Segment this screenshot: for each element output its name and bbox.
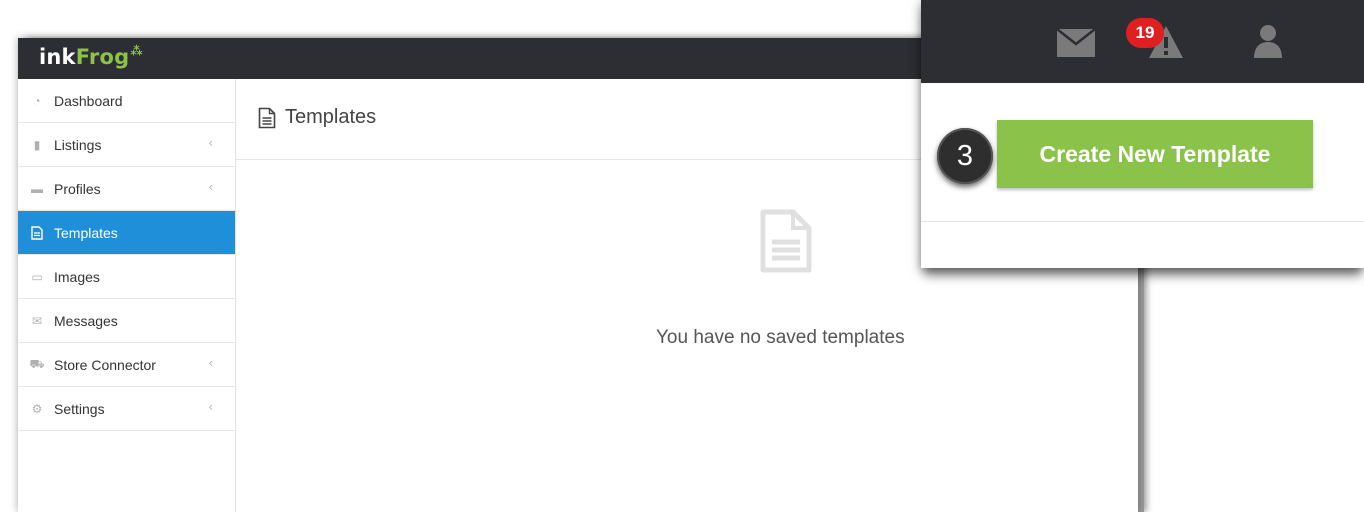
logo-spark-icon: ⁂ [130, 44, 143, 58]
user-icon[interactable] [1253, 23, 1283, 59]
envelope-icon[interactable] [1057, 29, 1095, 57]
briefcase-icon: ▬ [31, 181, 43, 196]
chevron-left-icon: ‹ [208, 356, 213, 370]
create-new-template-button[interactable]: Create New Template [997, 120, 1313, 188]
inkfrog-logo[interactable]: inkFrog⁂ [39, 44, 143, 69]
sidebar-item-label: Store Connector [54, 356, 156, 373]
file-icon: ▮ [33, 137, 41, 152]
chevron-left-icon: ‹ [208, 180, 213, 194]
chevron-left-icon: ‹ [208, 136, 213, 150]
sidebar-item-messages[interactable]: ✉ Messages [18, 299, 235, 343]
sidebar-item-label: Messages [54, 312, 118, 329]
sidebar-item-templates[interactable]: Templates [18, 211, 235, 255]
sidebar-item-images[interactable]: ▭ Images [18, 255, 235, 299]
sidebar-item-dashboard[interactable]: ◔ Dashboard [18, 79, 235, 123]
sidebar-item-label: Listings [54, 136, 102, 153]
empty-file-icon [760, 209, 812, 273]
page-title: Templates [258, 106, 376, 129]
empty-state-message: You have no saved templates [656, 327, 905, 348]
sidebar-item-listings[interactable]: ▮ Listings ‹ [18, 123, 235, 167]
file-text-icon [30, 225, 44, 240]
divider [921, 221, 1364, 222]
sidebar-item-profiles[interactable]: ▬ Profiles ‹ [18, 167, 235, 211]
chevron-left-icon: ‹ [208, 400, 213, 414]
envelope-icon: ✉ [31, 313, 43, 328]
sidebar-item-label: Images [54, 268, 100, 285]
sidebar-item-store-connector[interactable]: ⛟ Store Connector ‹ [18, 343, 235, 387]
cart-icon: ⛟ [29, 356, 45, 371]
sidebar-item-label: Templates [54, 224, 118, 241]
gear-icon: ⚙ [31, 401, 43, 416]
file-text-icon [258, 107, 276, 128]
notification-badge: 19 [1126, 18, 1164, 48]
callout-navbar: 19 [921, 0, 1364, 83]
sidebar: ◔ Dashboard ▮ Listings ‹ ▬ Profiles ‹ Te… [18, 79, 236, 512]
sidebar-item-label: Settings [54, 400, 105, 417]
image-icon: ▭ [31, 269, 43, 284]
sidebar-item-label: Dashboard [54, 92, 123, 109]
sidebar-item-label: Profiles [54, 180, 101, 197]
dashboard-icon: ◔ [33, 93, 41, 108]
zoom-callout: 19 Create New Template [921, 0, 1364, 268]
step-number-badge: 3 [937, 128, 993, 184]
sidebar-item-settings[interactable]: ⚙ Settings ‹ [18, 387, 235, 431]
